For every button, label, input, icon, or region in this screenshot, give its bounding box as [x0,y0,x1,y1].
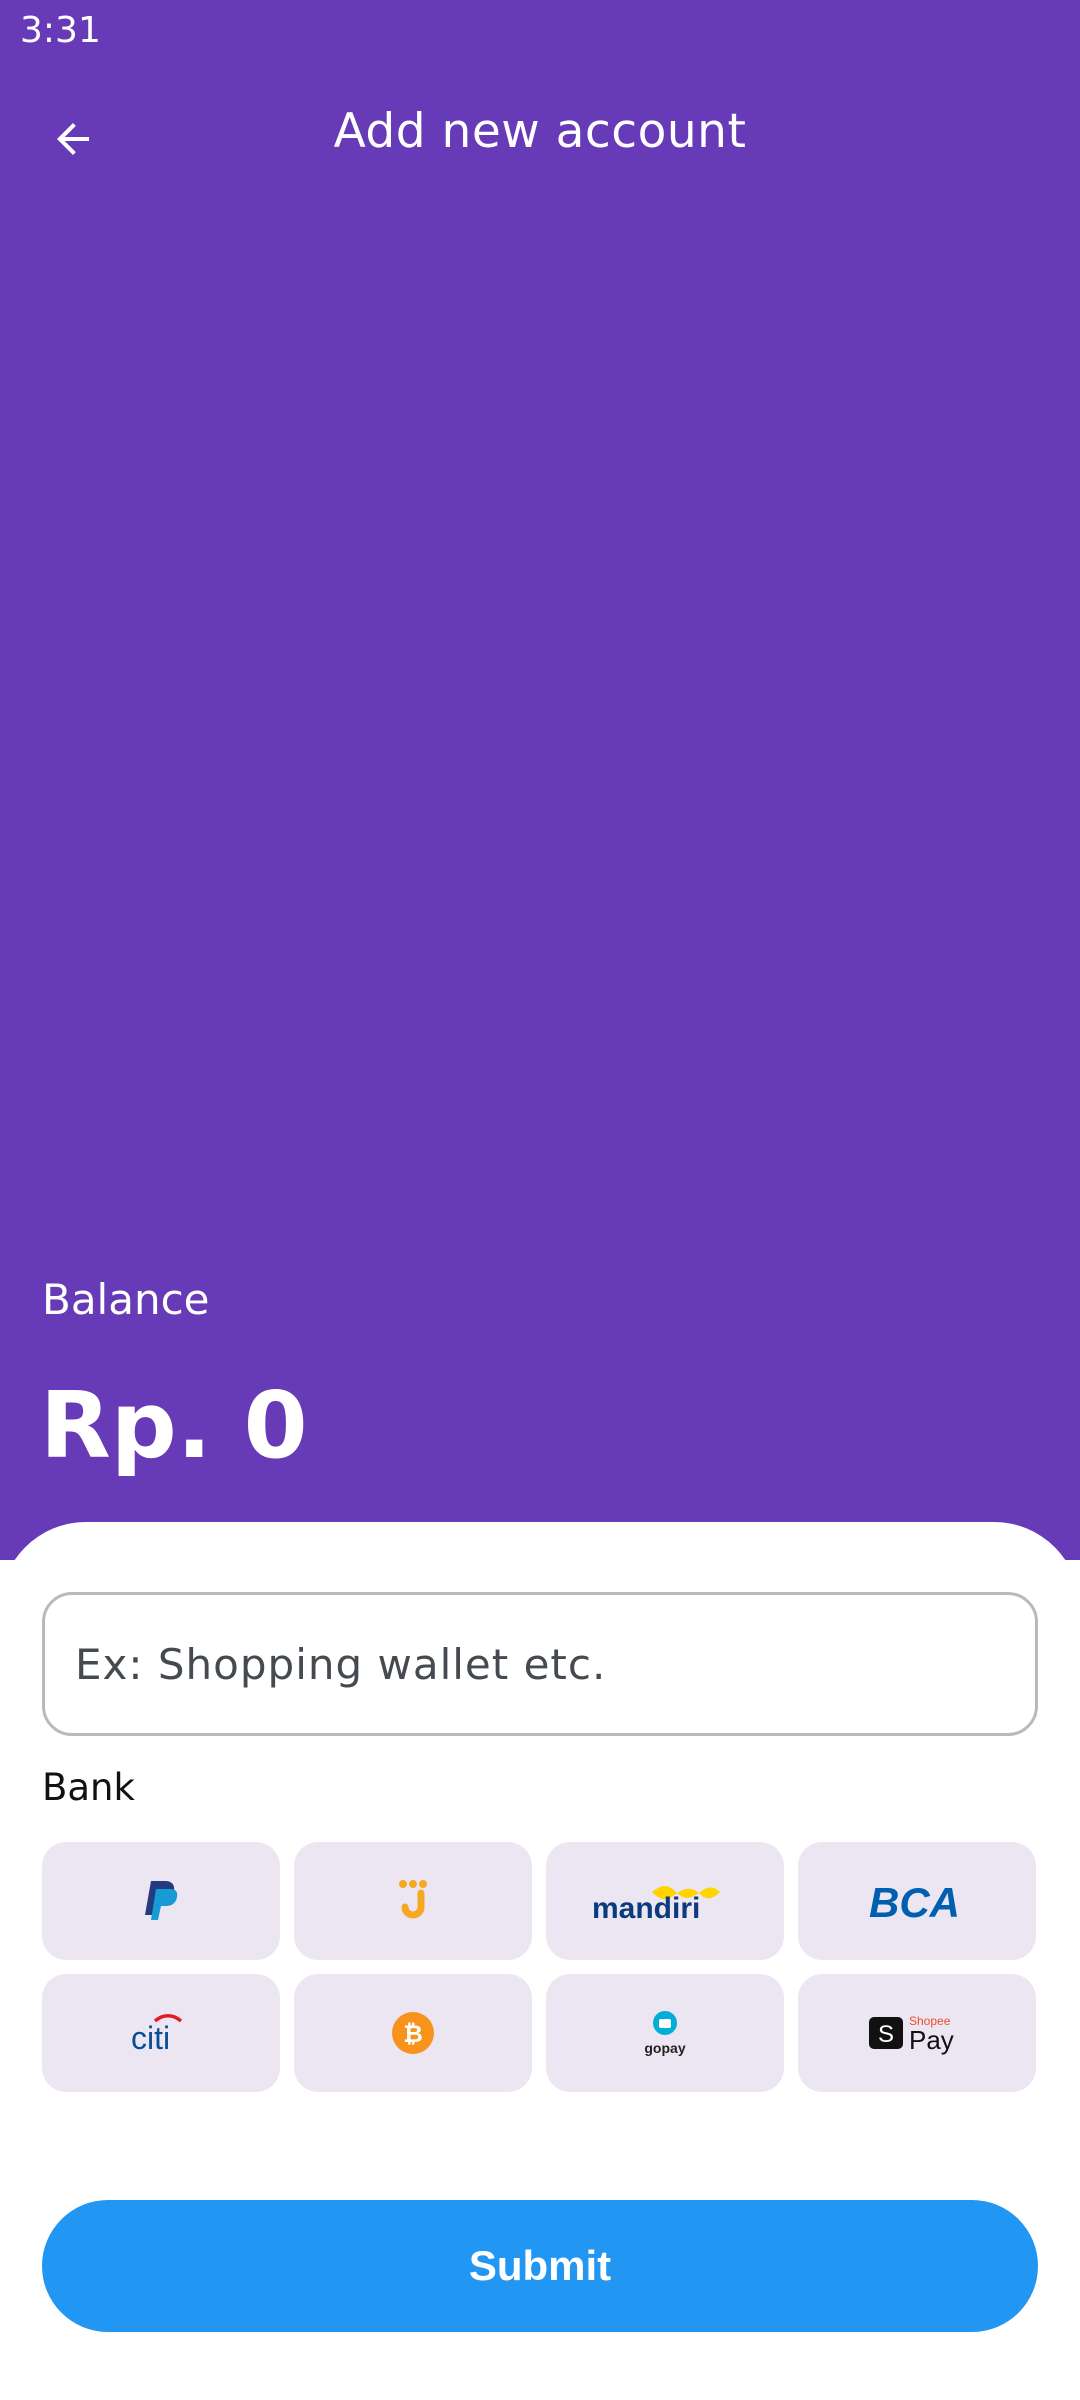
mandiri-logo-icon: mandiri [592,1886,720,1924]
bank-grid: mandiri BCA citi ₿ gopay S Shopee Pay [42,1842,1036,2092]
svg-text:citi: citi [131,2020,170,2055]
account-name-input[interactable] [42,1592,1038,1736]
page-title: Add new account [333,104,747,159]
citi-logo-icon: citi [131,2014,183,2055]
submit-button[interactable]: Submit [42,2200,1038,2332]
shopeepay-logo-icon: S Shopee Pay [869,2014,954,2055]
form-sheet: Bank mandiri [0,1522,1080,2400]
bank-option-bitcoin[interactable]: ₿ [294,1974,532,2092]
bca-logo-icon: BCA [869,1879,960,1925]
bank-option-shopeepay[interactable]: S Shopee Pay [798,1974,1036,2092]
bank-option-citi[interactable]: citi [42,1974,280,2092]
svg-text:Pay: Pay [909,2025,954,2055]
gopay-logo-icon: gopay [644,2011,686,2056]
bank-label: Bank [42,1766,135,1809]
svg-text:S: S [878,2021,894,2048]
jenius-logo-icon [399,1880,427,1919]
svg-text:BCA: BCA [869,1879,960,1925]
svg-text:gopay: gopay [644,2040,685,2056]
header-area: 3:31 Add new account Balance Rp. 0 [0,0,1080,1560]
svg-text:mandiri: mandiri [592,1892,700,1924]
bank-option-gopay[interactable]: gopay [546,1974,784,2092]
bank-option-jenius[interactable] [294,1842,532,1960]
bank-option-mandiri[interactable]: mandiri [546,1842,784,1960]
balance-value: Rp. 0 [40,1372,308,1479]
bank-option-bca[interactable]: BCA [798,1842,1036,1960]
balance-label: Balance [42,1275,210,1324]
paypal-logo-icon [145,1881,178,1920]
bitcoin-logo-icon: ₿ [392,2012,434,2054]
bank-option-paypal[interactable] [42,1842,280,1960]
status-time: 3:31 [20,10,101,51]
svg-text:₿: ₿ [403,2021,423,2048]
